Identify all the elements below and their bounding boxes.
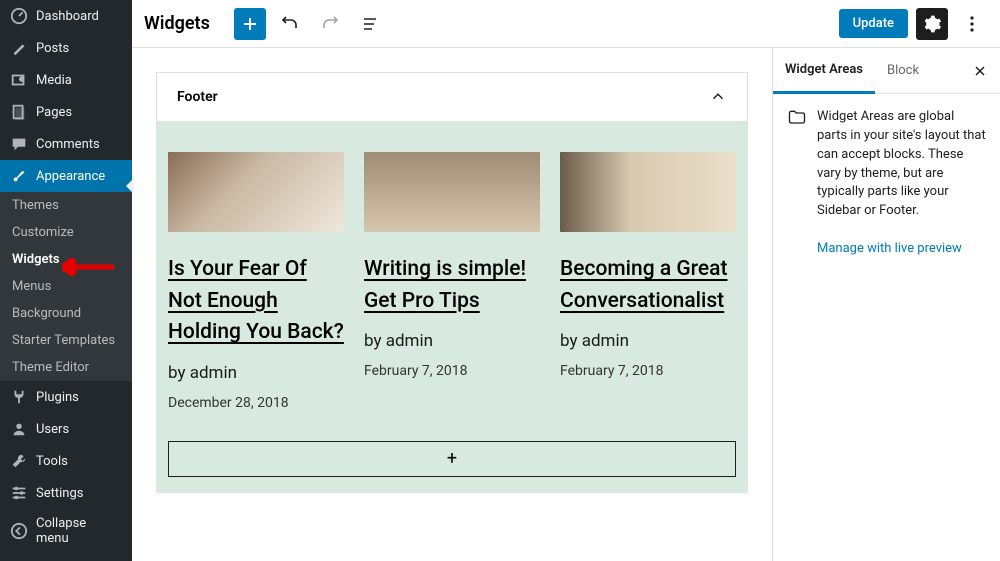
sidebar-label: Tools — [36, 454, 68, 469]
undo-icon — [280, 14, 300, 34]
chevron-up-icon — [709, 88, 727, 106]
redo-button[interactable] — [314, 8, 346, 40]
folder-icon — [787, 108, 807, 128]
list-view-button[interactable] — [354, 8, 386, 40]
panel-title: Footer — [177, 89, 218, 105]
submenu-customize[interactable]: Customize — [0, 219, 132, 246]
editor-canvas: Footer Is Your Fear Of Not Enough Holdin… — [132, 48, 772, 561]
sidebar-item-media[interactable]: Media — [0, 64, 132, 96]
sidebar-item-posts[interactable]: Posts — [0, 32, 132, 64]
user-icon — [10, 420, 28, 438]
sidebar-item-users[interactable]: Users — [0, 413, 132, 445]
add-block-button[interactable] — [234, 8, 266, 40]
plug-icon — [10, 388, 28, 406]
sidebar-label: Posts — [36, 41, 69, 56]
admin-sidebar: Dashboard Posts Media Pages Comments App… — [0, 0, 132, 561]
settings-button[interactable] — [916, 8, 948, 40]
redo-icon — [320, 14, 340, 34]
sidebar-item-tools[interactable]: Tools — [0, 445, 132, 477]
plus-icon: + — [447, 448, 457, 469]
close-icon — [972, 63, 988, 79]
sidebar-item-settings[interactable]: Settings — [0, 477, 132, 509]
media-icon — [10, 71, 28, 89]
sidebar-label: Comments — [36, 137, 100, 152]
submenu-starter-templates[interactable]: Starter Templates — [0, 327, 132, 354]
submenu-themes[interactable]: Themes — [0, 192, 132, 219]
wrench-icon — [10, 452, 28, 470]
widget-areas-description: Widget Areas are global parts in your si… — [817, 108, 986, 221]
post-author: by admin — [168, 363, 344, 383]
collapse-icon — [10, 522, 28, 540]
sidebar-label: Settings — [36, 486, 83, 501]
sidebar-label: Media — [36, 73, 72, 88]
gear-icon — [922, 14, 942, 34]
pages-icon — [10, 103, 28, 121]
sidebar-label: Users — [36, 422, 69, 437]
submenu-widgets[interactable]: Widgets — [0, 246, 132, 273]
sidebar-label: Dashboard — [36, 9, 99, 24]
close-inspector-button[interactable] — [960, 63, 1000, 79]
plus-icon — [240, 14, 260, 34]
sidebar-item-plugins[interactable]: Plugins — [0, 381, 132, 413]
manage-live-preview-link[interactable]: Manage with live preview — [773, 235, 1000, 270]
more-options-button[interactable] — [956, 8, 988, 40]
submenu-menus[interactable]: Menus — [0, 273, 132, 300]
pin-icon — [10, 39, 28, 57]
post-author: by admin — [364, 331, 540, 351]
update-button[interactable]: Update — [839, 9, 908, 38]
post-date: February 7, 2018 — [364, 363, 540, 379]
appearance-submenu: Themes Customize Widgets Menus Backgroun… — [0, 192, 132, 381]
sidebar-label: Appearance — [36, 169, 105, 184]
widget-area-panel-header[interactable]: Footer — [156, 72, 748, 122]
post-date: December 28, 2018 — [168, 395, 344, 411]
post-title[interactable]: Becoming a Great Conversationalist — [560, 254, 736, 317]
submenu-background[interactable]: Background — [0, 300, 132, 327]
sidebar-label: Pages — [36, 105, 72, 120]
post-thumbnail — [560, 152, 736, 232]
widget-area-footer: Is Your Fear Of Not Enough Holding You B… — [156, 122, 748, 493]
sidebar-item-appearance[interactable]: Appearance — [0, 160, 132, 192]
sidebar-item-comments[interactable]: Comments — [0, 128, 132, 160]
post-thumbnail — [364, 152, 540, 232]
inspector-panel: Widget Areas Block Widget Areas are glob… — [772, 48, 1000, 561]
tab-block[interactable]: Block — [875, 49, 931, 92]
post-title[interactable]: Writing is simple! Get Pro Tips — [364, 254, 540, 317]
sidebar-item-collapse[interactable]: Collapse menu — [0, 509, 132, 553]
comments-icon — [10, 135, 28, 153]
undo-button[interactable] — [274, 8, 306, 40]
append-block-button[interactable]: + — [168, 441, 736, 477]
brush-icon — [10, 167, 28, 185]
sidebar-label: Collapse menu — [36, 516, 122, 546]
kebab-icon — [962, 14, 982, 34]
post-thumbnail — [168, 152, 344, 232]
sidebar-label: Plugins — [36, 390, 79, 405]
main-area: Widgets Update Footer — [132, 0, 1000, 561]
editor-topbar: Widgets Update — [132, 0, 1000, 48]
post-card[interactable]: Becoming a Great Conversationalist by ad… — [560, 152, 736, 411]
inspector-tabs: Widget Areas Block — [773, 48, 1000, 94]
post-title[interactable]: Is Your Fear Of Not Enough Holding You B… — [168, 254, 344, 349]
post-author: by admin — [560, 331, 736, 351]
sidebar-item-dashboard[interactable]: Dashboard — [0, 0, 132, 32]
tab-widget-areas[interactable]: Widget Areas — [773, 48, 875, 94]
list-view-icon — [360, 14, 380, 34]
page-title: Widgets — [144, 13, 210, 34]
sliders-icon — [10, 484, 28, 502]
post-card[interactable]: Is Your Fear Of Not Enough Holding You B… — [168, 152, 344, 411]
submenu-theme-editor[interactable]: Theme Editor — [0, 354, 132, 381]
active-menu-indicator — [126, 178, 134, 194]
dashboard-icon — [10, 7, 28, 25]
post-card[interactable]: Writing is simple! Get Pro Tips by admin… — [364, 152, 540, 411]
post-date: February 7, 2018 — [560, 363, 736, 379]
sidebar-item-pages[interactable]: Pages — [0, 96, 132, 128]
